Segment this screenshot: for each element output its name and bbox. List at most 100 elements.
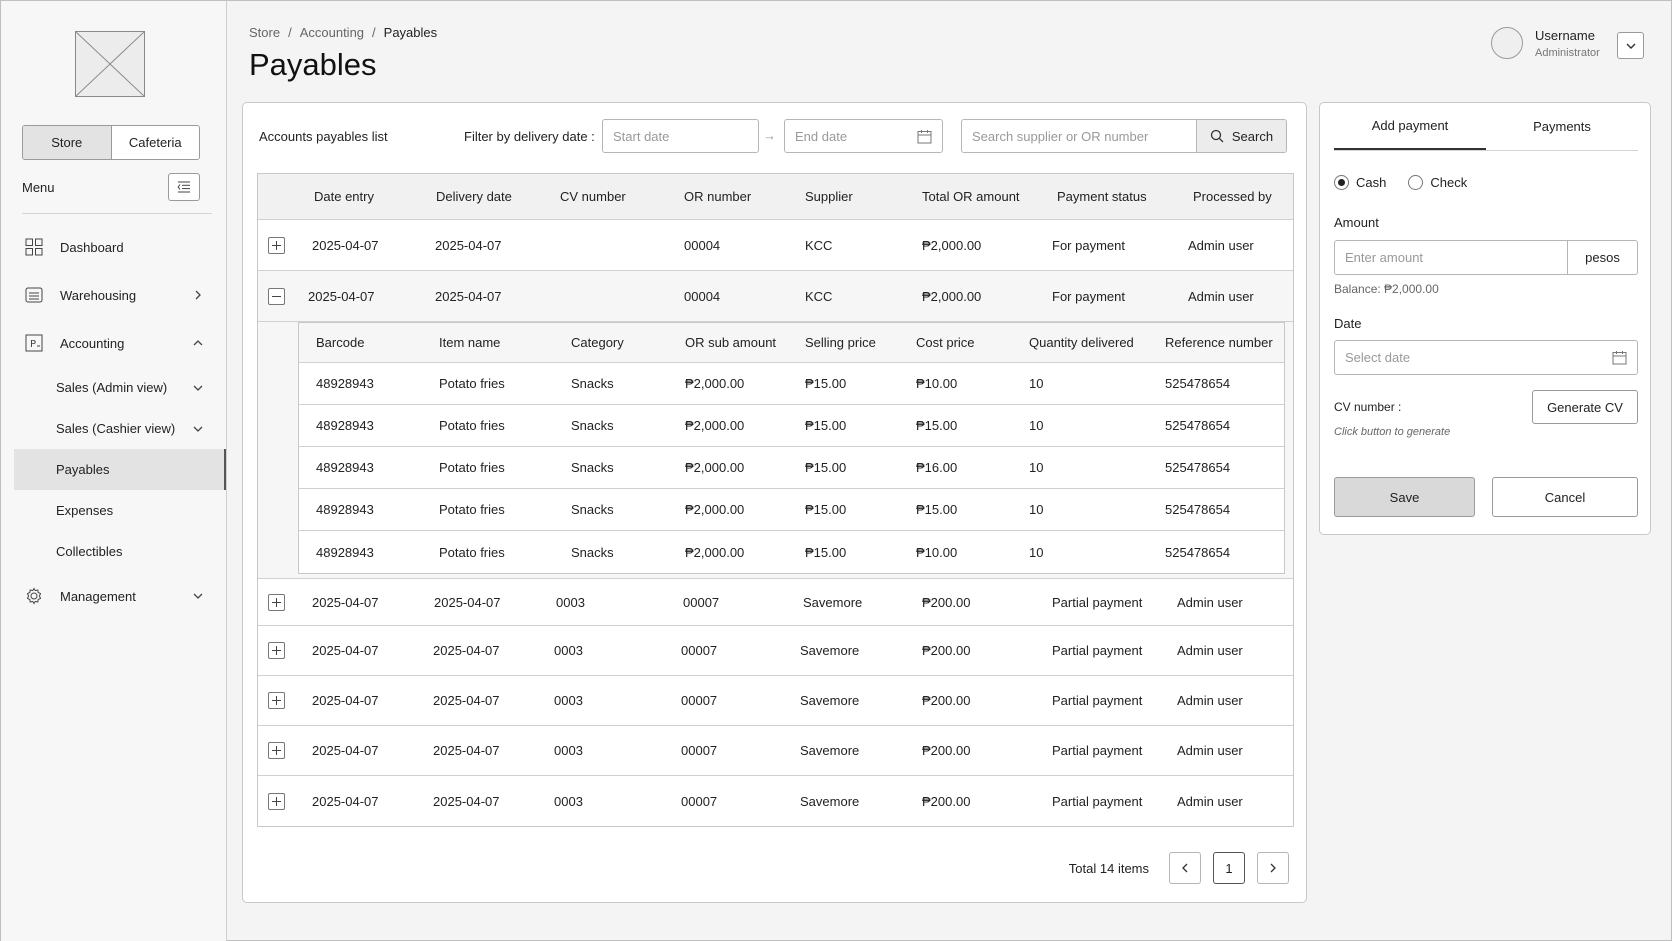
calendar-icon [1612,351,1627,365]
end-date-placeholder: End date [795,128,848,144]
cell-total-amount: ₱200.00 [922,793,971,809]
sidebar-item-collectibles[interactable]: Collectibles [14,531,226,572]
cell-delivery-date: 2025-04-07 [433,693,500,708]
sidebar-item-sales-admin[interactable]: Sales (Admin view) [14,367,226,408]
store-switch-store[interactable]: Store [23,126,112,159]
table-row[interactable]: 2025-04-07 2025-04-07 0003 00007 Savemor… [258,626,1293,676]
cell-supplier: Savemore [800,743,860,758]
plus-icon [272,240,281,250]
expand-button[interactable] [268,792,285,810]
sidebar-item-accounting[interactable]: P Accounting [14,319,226,367]
sidebar-item-expenses[interactable]: Expenses [14,490,226,531]
cell-supplier: KCC [805,237,833,253]
table-row-expanded[interactable]: 2025-04-07 2025-04-07 00004 KCC ₱2,000.0… [258,271,1293,322]
sidebar: Store Cafeteria Menu Dashboard Warehousi… [1,1,227,941]
menu-label: Menu [22,179,55,195]
store-switch: Store Cafeteria [22,125,200,160]
expand-button[interactable] [268,642,285,659]
cancel-button[interactable]: Cancel [1492,477,1638,517]
cell-cost-price: ₱15.00 [916,418,958,433]
sidebar-item-management[interactable]: Management [14,572,226,620]
cell-total-amount: ₱200.00 [922,594,971,610]
radio-cash-indicator [1334,175,1349,190]
column-header: Reference number [1165,335,1273,350]
table-row[interactable]: 2025-04-07 2025-04-07 00004 KCC ₱2,000.0… [258,220,1293,271]
radio-cash[interactable]: Cash [1334,175,1386,190]
radio-check[interactable]: Check [1408,175,1467,190]
date-label: Date [1334,316,1362,331]
sidebar-item-payables[interactable]: Payables [14,449,226,490]
cell-or-number: 00007 [681,743,718,758]
cell-cost-price: ₱10.00 [916,376,958,391]
breadcrumb-accounting[interactable]: Accounting [300,25,364,40]
user-menu-button[interactable] [1617,32,1644,59]
expand-button[interactable] [268,742,285,759]
menu-toggle-button[interactable] [168,173,200,201]
cell-item-name: Potato fries [439,544,505,560]
cell-selling-price: ₱15.00 [805,376,847,391]
item-row: 48928943 Potato fries Snacks ₱2,000.00 ₱… [299,531,1284,573]
cv-number-hint: Click button to generate [1334,426,1451,438]
cell-or-number: 00007 [681,793,718,809]
page-button-current[interactable]: 1 [1213,852,1245,884]
tab-payments[interactable]: Payments [1486,103,1638,150]
save-button[interactable]: Save [1334,477,1475,517]
sidebar-item-label: Dashboard [60,239,124,255]
ledger-icon: P [24,333,44,353]
cell-payment-status: Partial payment [1052,693,1143,708]
filter-label: Filter by delivery date : [464,129,595,144]
sidebar-item-warehousing[interactable]: Warehousing [14,271,226,319]
table-row[interactable]: 2025-04-07 2025-04-07 0003 00007 Savemor… [258,776,1293,826]
sidebar-item-dashboard[interactable]: Dashboard [14,223,226,271]
payment-method: Cash Check [1334,175,1467,190]
start-date-input[interactable]: Start date [602,119,759,153]
cell-quantity: 10 [1029,376,1044,391]
expand-button[interactable] [268,692,285,709]
column-header: Quantity delivered [1029,335,1134,350]
tab-add-payment[interactable]: Add payment [1334,103,1486,150]
table-row[interactable]: 2025-04-07 2025-04-07 0003 00007 Savemor… [258,726,1293,776]
cell-date-entry: 2025-04-07 [312,793,379,809]
sidebar-item-sales-cashier[interactable]: Sales (Cashier view) [14,408,226,449]
table-row[interactable]: 2025-04-07 2025-04-07 0003 00007 Savemor… [258,579,1293,626]
date-input[interactable]: Select date [1334,340,1638,375]
cell-or-number: 00007 [683,594,720,610]
cell-processed-by: Admin user [1177,693,1243,708]
cell-or-sub-amount: ₱2,000.00 [685,502,745,517]
breadcrumb-store[interactable]: Store [249,25,280,40]
cell-date-entry: 2025-04-07 [312,594,379,610]
column-header: OR sub amount [685,335,777,350]
user-profile[interactable]: Username Administrator [1491,27,1600,59]
collapse-button[interactable] [268,287,285,305]
generate-cv-button[interactable]: Generate CV [1532,390,1638,424]
store-switch-cafeteria[interactable]: Cafeteria [111,126,199,159]
sidebar-item-label: Management [60,588,136,604]
search-button[interactable]: Search [1196,120,1286,152]
cell-barcode: 48928943 [316,418,374,433]
cell-processed-by: Admin user [1177,643,1243,658]
column-header: Payment status [1057,189,1147,204]
item-row: 48928943 Potato fries Snacks ₱2,000.00 ₱… [299,489,1284,531]
cell-delivery-date: 2025-04-07 [433,743,500,758]
pagination: Total 14 items 1 [1069,852,1289,884]
prev-page-button[interactable] [1169,852,1201,884]
cell-delivery-date: 2025-04-07 [434,594,501,610]
expand-button[interactable] [268,593,285,611]
sidebar-item-label: Sales (Admin view) [56,380,168,395]
radio-check-indicator [1408,175,1424,190]
cell-category: Snacks [571,418,614,433]
payables-card: Accounts payables list Filter by deliver… [242,102,1307,903]
cell-quantity: 10 [1029,544,1044,560]
cell-total-amount: ₱200.00 [922,643,971,658]
table-row[interactable]: 2025-04-07 2025-04-07 0003 00007 Savemor… [258,676,1293,726]
expand-button[interactable] [268,236,285,254]
cell-or-number: 00007 [681,643,718,658]
next-page-button[interactable] [1257,852,1289,884]
cell-delivery-date: 2025-04-07 [433,793,500,809]
page-title: Payables [249,47,377,82]
search-input[interactable]: Search supplier or OR number [962,120,1196,152]
cell-barcode: 48928943 [316,376,374,391]
amount-input[interactable]: Enter amount [1335,241,1567,274]
end-date-input[interactable]: End date [784,119,943,153]
user-role: Administrator [1535,46,1600,59]
